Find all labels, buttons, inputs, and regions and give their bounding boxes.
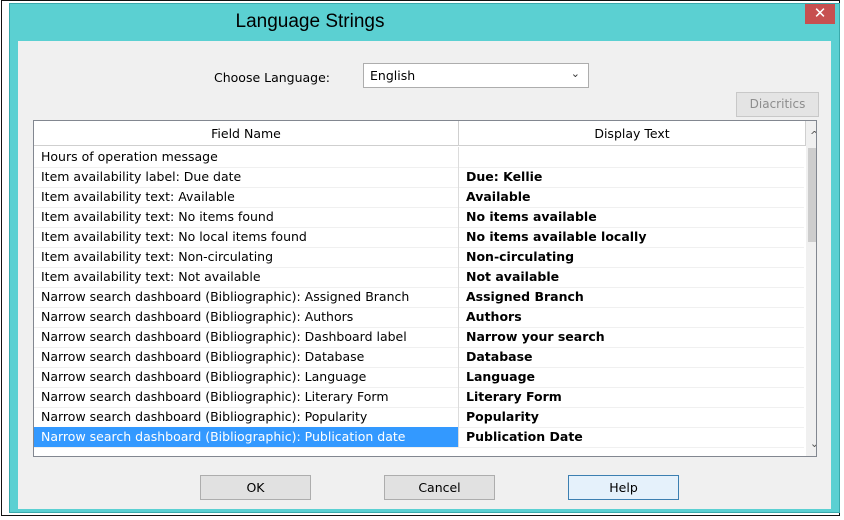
field-name-cell[interactable]: Item availability text: No items found <box>34 207 458 227</box>
table-row[interactable]: Item availability label: Due date Due: Ke… <box>34 167 804 188</box>
field-name-cell[interactable]: Narrow search dashboard (Bibliographic):… <box>34 307 458 327</box>
display-text-cell[interactable]: Not available <box>458 267 804 287</box>
field-name-cell[interactable]: Item availability text: Non-circulating <box>34 247 458 267</box>
table-row[interactable]: Narrow search dashboard (Bibliographic):… <box>34 387 804 408</box>
table-row[interactable]: Narrow search dashboard (Bibliographic):… <box>34 347 804 368</box>
display-text-cell[interactable]: Publication Date <box>458 427 804 447</box>
language-select-value: English <box>370 68 416 83</box>
language-strings-dialog: Language Strings ✕ Choose Language: Engl… <box>9 3 840 513</box>
field-name-cell[interactable]: Narrow search dashboard (Bibliographic):… <box>34 287 458 307</box>
display-text-cell[interactable]: Database <box>458 347 804 367</box>
field-name-cell[interactable]: Narrow search dashboard (Bibliographic):… <box>34 407 458 427</box>
field-name-cell[interactable]: Hours of operation message <box>34 147 458 167</box>
table-row[interactable]: Hours of operation message <box>34 147 804 168</box>
close-button[interactable]: ✕ <box>805 4 835 24</box>
field-name-cell[interactable]: Narrow search dashboard (Bibliographic):… <box>34 387 458 407</box>
display-text-cell[interactable]: Authors <box>458 307 804 327</box>
table-row[interactable]: Narrow search dashboard (Bibliographic):… <box>34 307 804 328</box>
help-button[interactable]: Help <box>568 475 679 500</box>
field-name-cell[interactable]: Narrow search dashboard (Bibliographic):… <box>34 347 458 367</box>
dialog-client-area: Choose Language: English ⌄ Diacritics Fi… <box>18 41 831 509</box>
display-text-cell[interactable]: No items available <box>458 207 804 227</box>
table-row[interactable]: Item availability text: No items found No… <box>34 207 804 228</box>
table-row[interactable]: Item availability text: Non-circulating N… <box>34 247 804 268</box>
cancel-button[interactable]: Cancel <box>384 475 495 500</box>
table-row[interactable]: Item availability text: No local items f… <box>34 227 804 248</box>
column-header-display-text[interactable]: Display Text <box>459 121 806 146</box>
display-text-cell[interactable]: Language <box>458 367 804 387</box>
display-text-cell[interactable]: Due: Kellie <box>458 167 804 187</box>
ok-button[interactable]: OK <box>200 475 311 500</box>
grid-header: Field Name Display Text <box>34 121 816 147</box>
display-text-cell[interactable]: Available <box>458 187 804 207</box>
field-name-cell[interactable]: Item availability text: No local items f… <box>34 227 458 247</box>
table-row[interactable]: Item availability text: Not available Not… <box>34 267 804 288</box>
field-name-cell[interactable]: Item availability text: Not available <box>34 267 458 287</box>
vertical-scrollbar[interactable]: ^ ⌄ <box>806 121 816 456</box>
field-name-cell[interactable]: Item availability label: Due date <box>34 167 458 187</box>
display-text-cell[interactable]: Literary Form <box>458 387 804 407</box>
field-name-cell[interactable]: Narrow search dashboard (Bibliographic):… <box>34 327 458 347</box>
dialog-title: Language Strings <box>235 11 385 32</box>
table-row[interactable]: Narrow search dashboard (Bibliographic):… <box>34 287 804 308</box>
display-text-cell[interactable]: Narrow your search <box>458 327 804 347</box>
choose-language-label: Choose Language: <box>214 70 331 85</box>
column-header-field-name[interactable]: Field Name <box>34 121 459 146</box>
display-text-cell[interactable]: Non-circulating <box>458 247 804 267</box>
table-row[interactable]: Narrow search dashboard (Bibliographic):… <box>34 407 804 428</box>
field-name-cell[interactable]: Narrow search dashboard (Bibliographic):… <box>34 367 458 387</box>
scroll-thumb[interactable] <box>808 148 816 242</box>
display-text-cell[interactable]: No items available locally <box>458 227 804 247</box>
table-row[interactable]: Narrow search dashboard (Bibliographic):… <box>34 367 804 388</box>
diacritics-button[interactable]: Diacritics <box>736 92 819 117</box>
chevron-down-icon: ⌄ <box>570 67 580 80</box>
scroll-down-arrow-icon[interactable]: ⌄ <box>806 434 816 454</box>
language-select[interactable]: English ⌄ <box>363 63 589 88</box>
display-text-cell[interactable]: Assigned Branch <box>458 287 804 307</box>
close-icon: ✕ <box>813 4 827 22</box>
scroll-up-arrow-icon[interactable]: ^ <box>806 126 816 146</box>
field-name-cell[interactable]: Narrow search dashboard (Bibliographic):… <box>34 427 458 447</box>
display-text-cell[interactable]: Popularity <box>458 407 804 427</box>
strings-grid[interactable]: Field Name Display Text Hours of operati… <box>33 120 817 457</box>
table-row[interactable]: Narrow search dashboard (Bibliographic):… <box>34 427 804 448</box>
field-name-cell[interactable]: Item availability text: Available <box>34 187 458 207</box>
table-row[interactable]: Item availability text: Available Availab… <box>34 187 804 208</box>
display-text-cell[interactable] <box>458 147 804 167</box>
table-row[interactable]: Narrow search dashboard (Bibliographic):… <box>34 327 804 348</box>
title-bar[interactable]: Language Strings ✕ <box>10 4 839 40</box>
